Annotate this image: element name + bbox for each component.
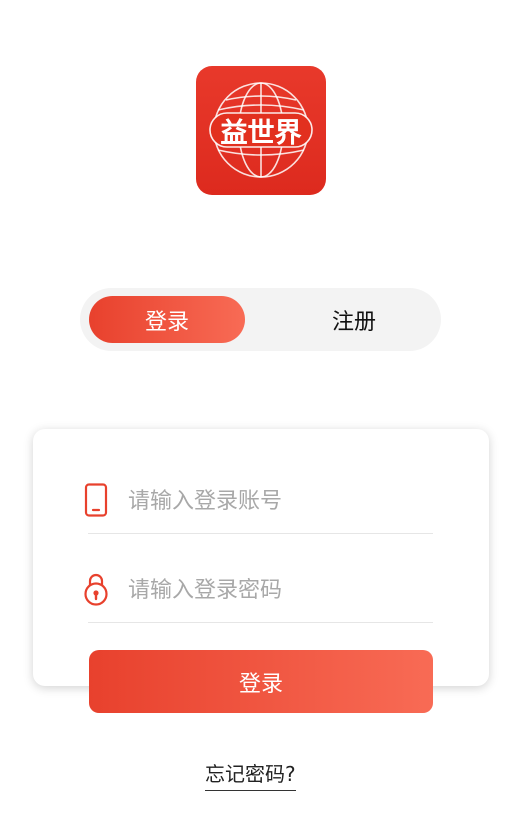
login-button[interactable]: 登录 (89, 650, 433, 713)
tab-login[interactable]: 登录 (89, 296, 245, 343)
app-logo: 益世界 (196, 66, 326, 195)
logo-text: 益世界 (220, 118, 302, 149)
account-field (84, 473, 433, 534)
password-input[interactable] (128, 570, 428, 610)
tab-register[interactable]: 注册 (276, 296, 432, 343)
account-input[interactable] (128, 481, 428, 521)
phone-icon (84, 483, 108, 517)
login-page: 益世界 登录 注册 登录 忘记密码? (0, 0, 511, 829)
lock-icon (84, 573, 108, 606)
forgot-password-link[interactable]: 忘记密码? (205, 760, 296, 791)
password-field (84, 562, 433, 623)
auth-tab-switch: 登录 注册 (80, 288, 441, 351)
login-form-card (33, 429, 489, 686)
